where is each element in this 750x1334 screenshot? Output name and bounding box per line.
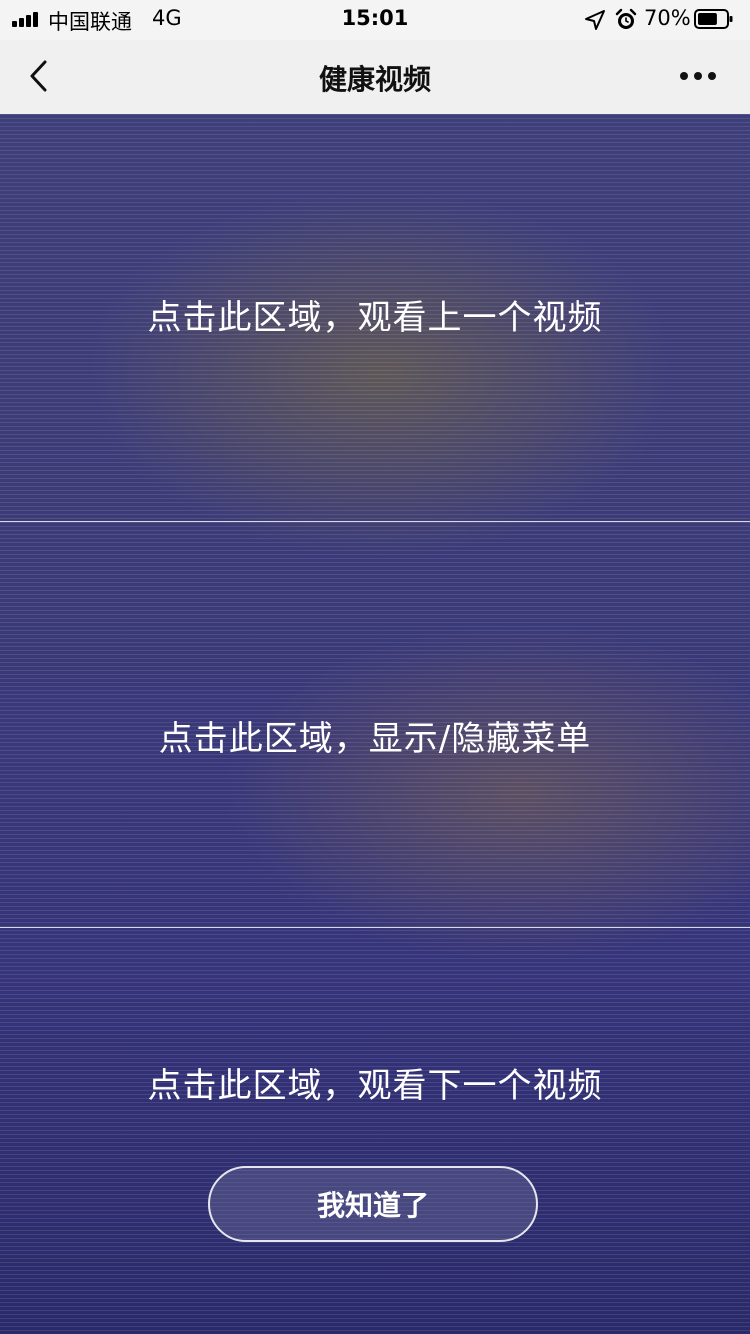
battery-percent: 70%: [644, 6, 691, 30]
navigation-bar: 健康视频: [0, 40, 750, 114]
screen: 中国联通 4G 15:01 70% 健康视频 点击此区域，观看上一个视频 点击此…: [0, 0, 750, 1334]
got-it-button[interactable]: 我知道了: [208, 1166, 538, 1242]
location-arrow-icon: [585, 10, 605, 30]
more-dots-icon[interactable]: [668, 58, 728, 94]
next-video-zone[interactable]: 点击此区域，观看下一个视频: [0, 928, 750, 1334]
battery-icon: [694, 9, 733, 29]
page-title: 健康视频: [318, 63, 431, 96]
status-bar: 中国联通 4G 15:01 70%: [0, 0, 750, 40]
previous-video-hint: 点击此区域，观看上一个视频: [147, 298, 603, 338]
toggle-menu-zone[interactable]: 点击此区域，显示/隐藏菜单: [0, 521, 750, 928]
previous-video-zone[interactable]: 点击此区域，观看上一个视频: [0, 114, 750, 521]
alarm-clock-icon: [615, 8, 637, 29]
video-guide-overlay: 点击此区域，观看上一个视频 点击此区域，显示/隐藏菜单 点击此区域，观看下一个视…: [0, 114, 750, 1334]
next-video-hint: 点击此区域，观看下一个视频: [147, 1066, 603, 1106]
toggle-menu-hint: 点击此区域，显示/隐藏菜单: [158, 719, 592, 759]
